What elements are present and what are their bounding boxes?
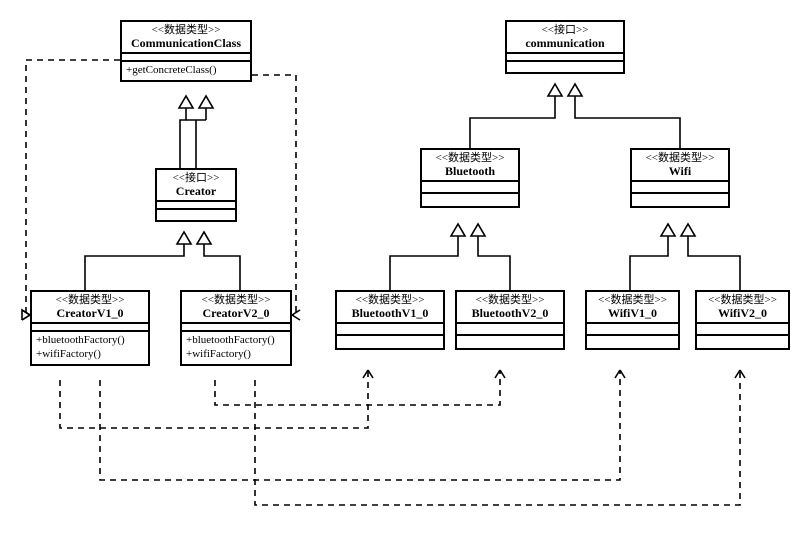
stereotype: <<数据类型>> bbox=[591, 294, 674, 307]
stereotype: <<数据类型>> bbox=[636, 152, 724, 165]
arrow-btv1-to-bt bbox=[451, 224, 465, 236]
ops-compartment bbox=[422, 194, 518, 206]
ops-compartment: +getConcreteClass() bbox=[122, 62, 250, 80]
class-name: communication bbox=[511, 37, 619, 51]
arrow-btv2-to-bt bbox=[471, 224, 485, 236]
operation: +wifiFactory() bbox=[186, 348, 286, 362]
dep-v2-to-btv2 bbox=[215, 370, 500, 405]
attr-compartment bbox=[457, 324, 563, 336]
class-communicationclass: <<数据类型>> CommunicationClass +getConcrete… bbox=[120, 20, 252, 82]
arrow-wifiv2-to-wifi bbox=[681, 224, 695, 236]
stereotype: <<数据类型>> bbox=[186, 294, 286, 307]
attr-compartment bbox=[157, 202, 235, 210]
class-name: CommunicationClass bbox=[126, 37, 246, 51]
class-wifiv2: <<数据类型>> WifiV2_0 bbox=[695, 290, 790, 350]
arrow-creator-to-commclass-2 bbox=[199, 96, 213, 108]
attr-compartment bbox=[507, 54, 623, 62]
attr-compartment bbox=[697, 324, 788, 336]
class-name: WifiV1_0 bbox=[591, 307, 674, 321]
attr-compartment bbox=[422, 182, 518, 194]
edge-v1-to-creator bbox=[85, 244, 184, 290]
edge-wifiv1-to-wifi bbox=[630, 236, 668, 290]
stereotype: <<数据类型>> bbox=[461, 294, 559, 307]
dep-commclass-to-v1 bbox=[26, 60, 120, 315]
class-name: Wifi bbox=[636, 165, 724, 179]
ops-compartment bbox=[697, 336, 788, 348]
edge-bt-to-comm bbox=[470, 96, 555, 148]
class-communication: <<接口>> communication bbox=[505, 20, 625, 74]
stereotype: <<接口>> bbox=[161, 172, 231, 185]
edge-btv2-to-bt bbox=[478, 236, 510, 290]
class-name: WifiV2_0 bbox=[701, 307, 784, 321]
dep-v2-to-wifiv2 bbox=[255, 370, 740, 505]
arrow-bt-to-comm bbox=[548, 84, 562, 96]
class-creatorv1: <<数据类型>> CreatorV1_0 +bluetoothFactory()… bbox=[30, 290, 150, 366]
class-wifi: <<数据类型>> Wifi bbox=[630, 148, 730, 208]
arrow-creator-to-commclass bbox=[179, 96, 193, 108]
class-name: BluetoothV2_0 bbox=[461, 307, 559, 321]
attr-compartment bbox=[32, 324, 148, 332]
arrow-wifi-to-comm bbox=[568, 84, 582, 96]
attr-compartment bbox=[632, 182, 728, 194]
class-name: CreatorV1_0 bbox=[36, 307, 144, 321]
edge-creator-to-commclass bbox=[180, 108, 186, 168]
edge-wifi-to-comm bbox=[575, 96, 680, 148]
operation: +bluetoothFactory() bbox=[186, 334, 286, 348]
class-wifiv1: <<数据类型>> WifiV1_0 bbox=[585, 290, 680, 350]
dep-v1-to-btv1 bbox=[60, 370, 368, 428]
attr-compartment bbox=[122, 54, 250, 62]
uml-canvas: <<数据类型>> CommunicationClass +getConcrete… bbox=[0, 0, 800, 537]
ops-compartment: +bluetoothFactory() +wifiFactory() bbox=[182, 332, 290, 364]
dep-v1-to-wifiv1 bbox=[100, 370, 620, 480]
class-btv1: <<数据类型>> BluetoothV1_0 bbox=[335, 290, 445, 350]
stereotype: <<数据类型>> bbox=[126, 24, 246, 37]
dep-arrow-v1 bbox=[22, 310, 30, 320]
stereotype: <<接口>> bbox=[511, 24, 619, 37]
attr-compartment bbox=[587, 324, 678, 336]
stereotype: <<数据类型>> bbox=[426, 152, 514, 165]
class-bluetooth: <<数据类型>> Bluetooth bbox=[420, 148, 520, 208]
ops-compartment bbox=[632, 194, 728, 206]
edge-wifiv2-to-wifi bbox=[688, 236, 740, 290]
ops-compartment bbox=[457, 336, 563, 348]
arrow-v1-to-creator bbox=[177, 232, 191, 244]
operation: +wifiFactory() bbox=[36, 348, 144, 362]
class-creator: <<接口>> Creator bbox=[155, 168, 237, 222]
stereotype: <<数据类型>> bbox=[701, 294, 784, 307]
stereotype: <<数据类型>> bbox=[36, 294, 144, 307]
class-creatorv2: <<数据类型>> CreatorV2_0 +bluetoothFactory()… bbox=[180, 290, 292, 366]
class-name: CreatorV2_0 bbox=[186, 307, 286, 321]
arrow-v2-to-creator bbox=[197, 232, 211, 244]
operation: +bluetoothFactory() bbox=[36, 334, 144, 348]
arrow-wifiv1-to-wifi bbox=[661, 224, 675, 236]
class-name: Bluetooth bbox=[426, 165, 514, 179]
edge-v2-to-creator bbox=[204, 244, 240, 290]
attr-compartment bbox=[337, 324, 443, 336]
class-name: BluetoothV1_0 bbox=[341, 307, 439, 321]
ops-compartment bbox=[507, 62, 623, 72]
stereotype: <<数据类型>> bbox=[341, 294, 439, 307]
edge-btv1-to-bt bbox=[390, 236, 458, 290]
operation: +getConcreteClass() bbox=[126, 64, 246, 78]
class-btv2: <<数据类型>> BluetoothV2_0 bbox=[455, 290, 565, 350]
dep-commclass-to-v2 bbox=[252, 75, 296, 315]
ops-compartment: +bluetoothFactory() +wifiFactory() bbox=[32, 332, 148, 364]
ops-compartment bbox=[157, 210, 235, 220]
ops-compartment bbox=[337, 336, 443, 348]
ops-compartment bbox=[587, 336, 678, 348]
attr-compartment bbox=[182, 324, 290, 332]
class-name: Creator bbox=[161, 185, 231, 199]
